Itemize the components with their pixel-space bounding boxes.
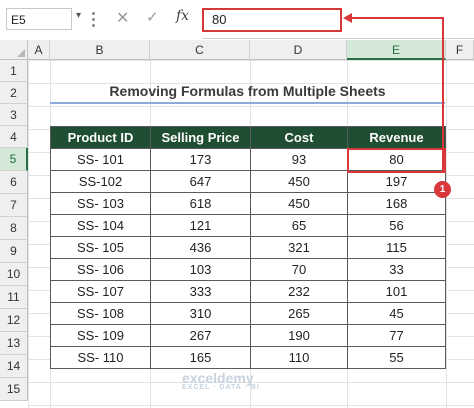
cell-cost[interactable]: 65 <box>250 214 348 237</box>
cell-revenue[interactable]: 168 <box>347 192 446 215</box>
sheet-title[interactable]: Removing Formulas from Multiple Sheets <box>50 80 445 102</box>
watermark-logo: exceldemy EXCEL · DATA · BI <box>182 370 260 391</box>
table-row: SS-102 647 450 197 <box>50 170 446 193</box>
table-row: SS- 107 333 232 101 <box>50 280 446 303</box>
row-header-12[interactable]: 12 <box>0 309 28 332</box>
formula-input[interactable]: 80 <box>202 8 342 32</box>
cell-product-id[interactable]: SS- 107 <box>50 280 151 303</box>
cell-selling-price[interactable]: 436 <box>150 236 251 259</box>
table-row: SS- 108 310 265 45 <box>50 302 446 325</box>
cell-product-id[interactable]: SS- 110 <box>50 346 151 369</box>
cell-cost[interactable]: 321 <box>250 236 348 259</box>
drag-handle-icon[interactable] <box>92 9 96 29</box>
cell-revenue[interactable]: 45 <box>347 302 446 325</box>
table-row: SS- 105 436 321 115 <box>50 236 446 259</box>
table-row: SS- 103 618 450 168 <box>50 192 446 215</box>
row-header-3[interactable]: 3 <box>0 104 28 126</box>
row-header-6[interactable]: 6 <box>0 171 28 194</box>
cell-revenue[interactable]: 55 <box>347 346 446 369</box>
header-selling-price[interactable]: Selling Price <box>150 126 251 149</box>
row-header-11[interactable]: 11 <box>0 286 28 309</box>
callout-arrow-line <box>350 17 444 19</box>
cell-cost[interactable]: 70 <box>250 258 348 281</box>
cell-cost[interactable]: 265 <box>250 302 348 325</box>
row-header-14[interactable]: 14 <box>0 355 28 378</box>
cell-selling-price[interactable]: 310 <box>150 302 251 325</box>
close-icon[interactable]: ✕ <box>116 8 129 28</box>
header-cost[interactable]: Cost <box>250 126 348 149</box>
cell-selling-price[interactable]: 103 <box>150 258 251 281</box>
cell-product-id[interactable]: SS- 101 <box>50 148 151 171</box>
cell-revenue[interactable]: 197 <box>347 170 446 193</box>
row-header-15[interactable]: 15 <box>0 378 28 401</box>
row-header-4[interactable]: 4 <box>0 126 28 148</box>
cell-cost[interactable]: 232 <box>250 280 348 303</box>
column-header-c[interactable]: C <box>150 40 250 60</box>
cell-product-id[interactable]: SS- 109 <box>50 324 151 347</box>
cell-cost[interactable]: 93 <box>250 148 348 171</box>
cell-selling-price[interactable]: 647 <box>150 170 251 193</box>
row-header-1[interactable]: 1 <box>0 60 28 82</box>
cell-selling-price[interactable]: 121 <box>150 214 251 237</box>
row-header-13[interactable]: 13 <box>0 332 28 355</box>
watermark-tagline: EXCEL · DATA · BI <box>182 384 260 391</box>
row-header-5[interactable]: 5 <box>0 148 28 171</box>
name-box[interactable]: E5 <box>6 8 72 30</box>
cell-revenue[interactable]: 101 <box>347 280 446 303</box>
column-header-f[interactable]: F <box>446 40 474 60</box>
cell-product-id[interactable]: SS- 106 <box>50 258 151 281</box>
cell-product-id[interactable]: SS-102 <box>50 170 151 193</box>
table-row: SS- 110 165 110 55 <box>50 346 446 369</box>
cell-revenue[interactable]: 56 <box>347 214 446 237</box>
cell-cost[interactable]: 450 <box>250 170 348 193</box>
gridline <box>446 60 447 408</box>
divider <box>202 38 474 39</box>
formula-bar: E5 ▾ ✕ ✓ fx 80 <box>0 0 474 40</box>
cell-selling-price[interactable]: 618 <box>150 192 251 215</box>
row-header-2[interactable]: 2 <box>0 82 28 104</box>
cell-product-id[interactable]: SS- 105 <box>50 236 151 259</box>
table-header-row: Product ID Selling Price Cost Revenue <box>50 126 446 149</box>
cell-selling-price[interactable]: 173 <box>150 148 251 171</box>
insert-function-button[interactable]: fx <box>176 8 189 24</box>
row-header-7[interactable]: 7 <box>0 194 28 217</box>
table-row: SS- 104 121 65 56 <box>50 214 446 237</box>
active-cell-highlight <box>347 148 446 173</box>
cell-revenue[interactable]: 115 <box>347 236 446 259</box>
table-row: SS- 106 103 70 33 <box>50 258 446 281</box>
cell-revenue[interactable]: 77 <box>347 324 446 347</box>
row-header-9[interactable]: 9 <box>0 240 28 263</box>
select-all-button[interactable] <box>0 40 28 60</box>
cell-cost[interactable]: 190 <box>250 324 348 347</box>
cell-cost[interactable]: 450 <box>250 192 348 215</box>
check-icon[interactable]: ✓ <box>146 8 159 26</box>
column-header-b[interactable]: B <box>50 40 150 60</box>
chevron-down-icon[interactable]: ▾ <box>76 10 81 21</box>
cell-revenue[interactable]: 33 <box>347 258 446 281</box>
table-row: SS- 109 267 190 77 <box>50 324 446 347</box>
cell-product-id[interactable]: SS- 108 <box>50 302 151 325</box>
title-underline <box>50 102 445 104</box>
cell-selling-price[interactable]: 333 <box>150 280 251 303</box>
cell-product-id[interactable]: SS- 103 <box>50 192 151 215</box>
arrow-left-icon <box>343 13 352 23</box>
row-header-8[interactable]: 8 <box>0 217 28 240</box>
cell-selling-price[interactable]: 165 <box>150 346 251 369</box>
step-badge: 1 <box>434 181 451 198</box>
callout-arrow-line <box>442 18 444 173</box>
column-header-e[interactable]: E <box>347 40 446 60</box>
row-header-10[interactable]: 10 <box>0 263 28 286</box>
cell-product-id[interactable]: SS- 104 <box>50 214 151 237</box>
column-header-a[interactable]: A <box>28 40 50 60</box>
header-revenue[interactable]: Revenue <box>347 126 446 149</box>
column-header-d[interactable]: D <box>250 40 347 60</box>
cell-selling-price[interactable]: 267 <box>150 324 251 347</box>
cell-cost[interactable]: 110 <box>250 346 348 369</box>
header-product-id[interactable]: Product ID <box>50 126 151 149</box>
